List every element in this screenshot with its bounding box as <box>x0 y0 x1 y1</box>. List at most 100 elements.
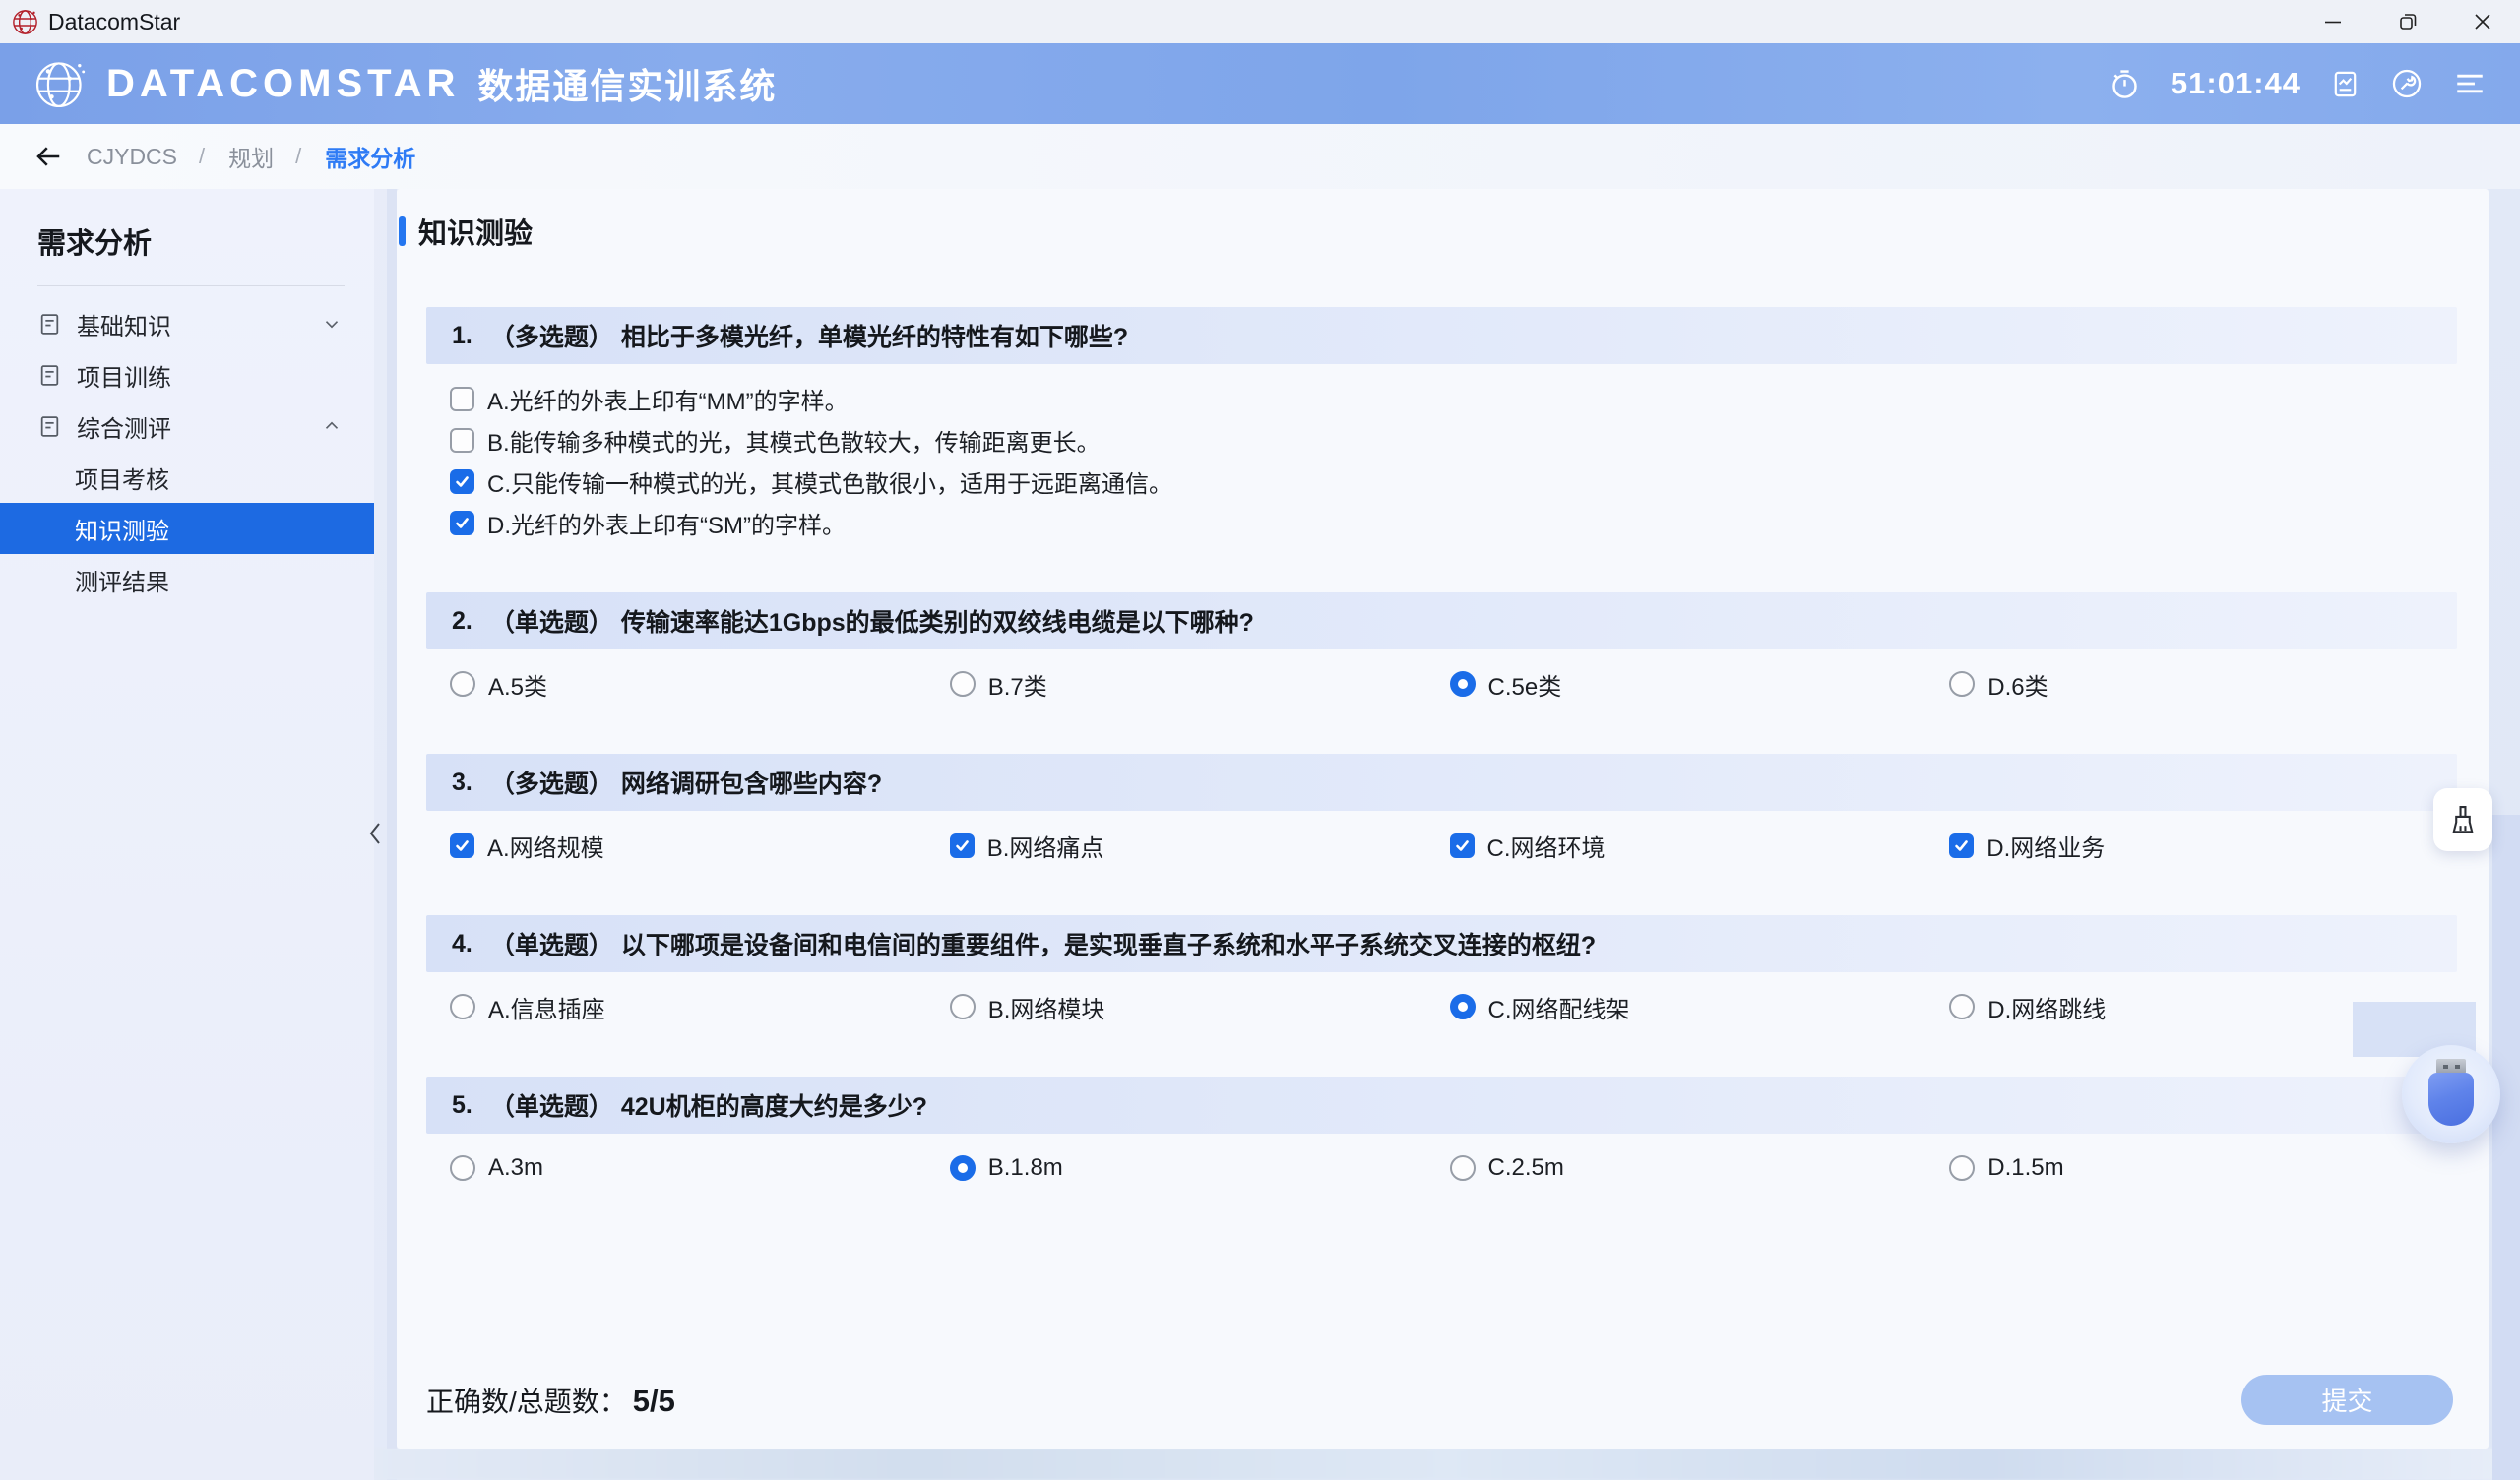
clear-brush-button[interactable] <box>2433 788 2492 851</box>
radio-selected-icon[interactable] <box>950 1155 976 1181</box>
option-checkbox[interactable]: B.能传输多种模式的光，其模式色散较大，传输距离更长。 <box>450 419 2488 461</box>
option-label: D.网络跳线 <box>1987 990 2106 1024</box>
radio-unselected-icon[interactable] <box>1450 1155 1476 1181</box>
app-window: DatacomStar <box>0 0 2520 1480</box>
app-globe-icon <box>10 7 40 37</box>
checkbox-unchecked-icon[interactable] <box>450 428 474 453</box>
quiz-title-row: 知识测验 <box>397 189 2488 252</box>
option-radio[interactable]: C.5e类 <box>1450 667 1950 702</box>
document-icon <box>37 414 62 439</box>
option-checkbox[interactable]: C.网络环境 <box>1450 829 1950 863</box>
window-title: DatacomStar <box>48 9 180 35</box>
radio-unselected-icon[interactable] <box>450 1155 475 1181</box>
checkbox-checked-icon[interactable] <box>1450 833 1475 858</box>
titlebar: DatacomStar <box>0 0 2520 43</box>
restore-button[interactable] <box>2370 0 2445 43</box>
sidebar-subitem-project-exam[interactable]: 项目考核 <box>0 452 374 503</box>
report-icon[interactable] <box>2330 69 2361 99</box>
sidebar-item-basic-knowledge[interactable]: 基础知识 <box>0 298 374 349</box>
question-text: 相比于多模光纤，单模光纤的特性有如下哪些? <box>621 318 1128 353</box>
option-radio[interactable]: A.3m <box>450 1154 950 1182</box>
score-summary: 正确数/总题数： 5/5 <box>426 1381 675 1420</box>
option-radio[interactable]: C.网络配线架 <box>1450 990 1950 1024</box>
option-label: A.3m <box>488 1154 543 1182</box>
back-arrow-icon[interactable] <box>33 142 63 171</box>
option-radio[interactable]: C.2.5m <box>1450 1154 1950 1182</box>
sidebar-subitem-assessment-result[interactable]: 测评结果 <box>0 554 374 605</box>
option-checkbox[interactable]: A.光纤的外表上印有“MM”的字样。 <box>450 378 2488 419</box>
option-checkbox[interactable]: C.只能传输一种模式的光，其模式色散很小，适用于远距离通信。 <box>450 461 2488 502</box>
stopwatch-icon <box>2109 68 2141 100</box>
option-radio[interactable]: A.5类 <box>450 667 950 702</box>
option-radio[interactable]: B.7类 <box>950 667 1450 702</box>
radio-unselected-icon[interactable] <box>1949 1155 1975 1181</box>
quiz-footer: 正确数/总题数： 5/5 提交 <box>426 1375 2453 1425</box>
submit-button[interactable]: 提交 <box>2241 1375 2453 1425</box>
option-radio[interactable]: B.网络模块 <box>950 990 1450 1024</box>
countdown-timer: 51:01:44 <box>2171 66 2300 101</box>
radio-unselected-icon[interactable] <box>950 994 976 1019</box>
checkbox-checked-icon[interactable] <box>1949 833 1974 858</box>
brand-globe-icon <box>32 55 89 112</box>
question-block: 5.（单选题）42U机柜的高度大约是多少?A.3mB.1.8mC.2.5mD.1… <box>397 1077 2488 1189</box>
score-label: 正确数/总题数： <box>426 1381 627 1420</box>
option-checkbox[interactable]: D.光纤的外表上印有“SM”的字样。 <box>450 502 2488 543</box>
tools-icon[interactable] <box>2390 67 2424 100</box>
question-header: 1.（多选题）相比于多模光纤，单模光纤的特性有如下哪些? <box>426 307 2457 364</box>
question-text: 42U机柜的高度大约是多少? <box>621 1087 927 1123</box>
radio-selected-icon[interactable] <box>1450 671 1476 697</box>
option-checkbox[interactable]: B.网络痛点 <box>950 829 1450 863</box>
radio-unselected-icon[interactable] <box>1949 994 1975 1019</box>
close-button[interactable] <box>2445 0 2520 43</box>
sidebar-title: 需求分析 <box>37 220 374 262</box>
question-header: 3.（多选题）网络调研包含哪些内容? <box>426 754 2457 811</box>
checkbox-checked-icon[interactable] <box>950 833 975 858</box>
option-radio[interactable]: D.1.5m <box>1949 1154 2449 1182</box>
question-header: 2.（单选题）传输速率能达1Gbps的最低类别的双绞线电缆是以下哪种? <box>426 592 2457 649</box>
radio-unselected-icon[interactable] <box>1949 671 1975 697</box>
option-checkbox[interactable]: D.网络业务 <box>1949 829 2449 863</box>
question-type: （多选题） <box>490 318 613 353</box>
brand-name-cn: 数据通信实训系统 <box>477 58 777 109</box>
menu-list-icon[interactable] <box>2453 67 2487 100</box>
checkbox-checked-icon[interactable] <box>450 469 474 494</box>
sidebar-subitem-knowledge-test[interactable]: 知识测验 <box>0 503 374 554</box>
breadcrumb-item[interactable]: 规划 <box>228 140 274 173</box>
option-radio[interactable]: B.1.8m <box>950 1154 1450 1182</box>
option-radio[interactable]: D.6类 <box>1949 667 2449 702</box>
radio-unselected-icon[interactable] <box>450 994 475 1019</box>
checkbox-checked-icon[interactable] <box>450 511 474 535</box>
radio-unselected-icon[interactable] <box>450 671 475 697</box>
breadcrumb-item[interactable]: CJYDCS <box>87 144 177 170</box>
question-num: 2. <box>452 607 472 636</box>
divider <box>387 189 397 1480</box>
usb-device-badge[interactable] <box>2402 1045 2500 1143</box>
option-label: C.只能传输一种模式的光，其模式色散很小，适用于远距离通信。 <box>487 464 1172 499</box>
sidebar-item-label: 项目训练 <box>77 358 171 393</box>
option-label: B.1.8m <box>988 1154 1063 1182</box>
checkbox-unchecked-icon[interactable] <box>450 387 474 411</box>
radio-unselected-icon[interactable] <box>950 671 976 697</box>
usb-connector-icon <box>2436 1059 2466 1074</box>
option-group: A.3m B.1.8m C.2.5mD.1.5m <box>397 1147 2488 1189</box>
question-num: 4. <box>452 930 472 958</box>
brand: DATACOMSTAR 数据通信实训系统 <box>32 55 777 112</box>
question-num: 5. <box>452 1091 472 1120</box>
usb-pin <box>2443 1065 2448 1069</box>
option-label: B.网络痛点 <box>987 829 1104 863</box>
option-radio[interactable]: A.信息插座 <box>450 990 950 1024</box>
minimize-button[interactable] <box>2296 0 2370 43</box>
sidebar-item-project-training[interactable]: 项目训练 <box>0 349 374 401</box>
title-accent-bar <box>399 216 406 246</box>
question-block: 2.（单选题）传输速率能达1Gbps的最低类别的双绞线电缆是以下哪种? A.5类B… <box>397 592 2488 705</box>
option-label: D.6类 <box>1987 667 2048 702</box>
sidebar-item-label: 综合测评 <box>77 409 171 444</box>
radio-selected-icon[interactable] <box>1450 994 1476 1019</box>
sidebar-collapse-handle[interactable] <box>362 817 388 850</box>
background-patch <box>2492 815 2520 1480</box>
checkbox-checked-icon[interactable] <box>450 833 474 858</box>
breadcrumb-item-current: 需求分析 <box>325 140 415 173</box>
question-header: 4.（单选题）以下哪项是设备间和电信间的重要组件，是实现垂直子系统和水平子系统交… <box>426 915 2457 972</box>
sidebar-item-comprehensive-assessment[interactable]: 综合测评 <box>0 401 374 452</box>
option-checkbox[interactable]: A.网络规模 <box>450 829 950 863</box>
